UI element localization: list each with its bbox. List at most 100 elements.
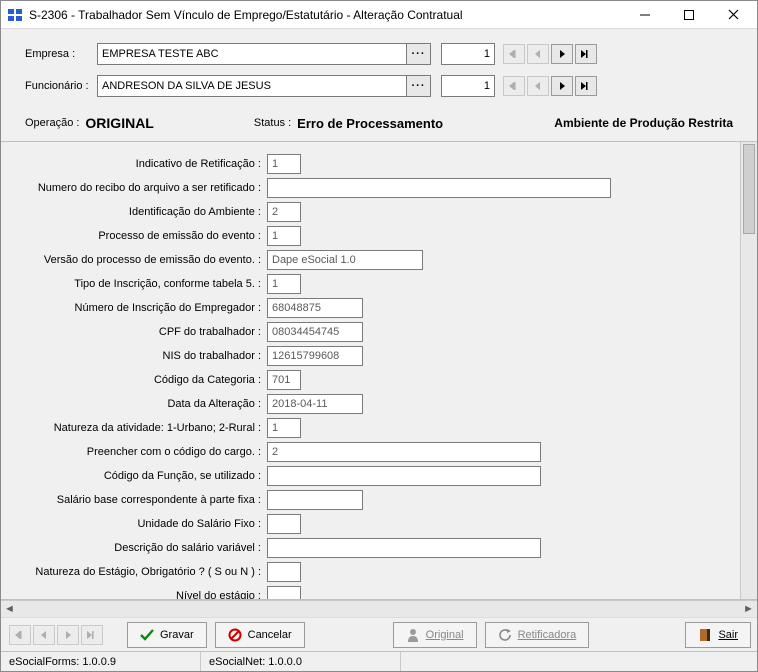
field-input[interactable]: [267, 274, 301, 294]
operacao-label: Operação :: [25, 117, 79, 129]
nav-prev-icon[interactable]: [527, 44, 549, 64]
minimize-button[interactable]: [623, 2, 667, 28]
field-input[interactable]: [267, 418, 301, 438]
field-input[interactable]: [267, 538, 541, 558]
nav-first-icon[interactable]: [9, 625, 31, 645]
field-input[interactable]: [267, 226, 301, 246]
field-input[interactable]: [267, 346, 363, 366]
status-line: Operação : ORIGINAL Status : Erro de Pro…: [1, 113, 757, 141]
funcionario-number[interactable]: [441, 75, 495, 97]
field-input[interactable]: [267, 322, 363, 342]
person-icon: [406, 628, 420, 642]
form-row: Data da Alteração :: [3, 392, 734, 416]
record-nav: [7, 625, 103, 645]
field-input[interactable]: [267, 370, 301, 390]
field-input[interactable]: [267, 178, 611, 198]
funcionario-input[interactable]: [97, 75, 407, 97]
empresa-input[interactable]: [97, 43, 407, 65]
retificadora-label: Retificadora: [518, 629, 577, 641]
operacao-value: ORIGINAL: [85, 115, 153, 131]
gravar-button[interactable]: Gravar: [127, 622, 207, 648]
nav-first-icon[interactable]: [503, 76, 525, 96]
status-net: eSocialNet: 1.0.0.0: [201, 652, 401, 671]
field-label: Identificação do Ambiente :: [3, 206, 267, 218]
form-scroll: Indicativo de Retificação :Numero do rec…: [1, 142, 740, 599]
nav-prev-icon[interactable]: [33, 625, 55, 645]
empresa-lookup-button[interactable]: ···: [407, 43, 431, 65]
funcionario-lookup-button[interactable]: ···: [407, 75, 431, 97]
form-row: Natureza do Estágio, Obrigatório ? ( S o…: [3, 560, 734, 584]
nav-prev-icon[interactable]: [527, 76, 549, 96]
nav-last-icon[interactable]: [575, 76, 597, 96]
field-label: Natureza do Estágio, Obrigatório ? ( S o…: [3, 566, 267, 578]
sair-button[interactable]: Sair: [685, 622, 751, 648]
window-buttons: [623, 2, 755, 28]
header-panel: Empresa : ··· Funcionário : ···: [1, 29, 757, 113]
field-input[interactable]: [267, 154, 301, 174]
hscroll-right-icon[interactable]: ►: [740, 601, 757, 618]
field-input[interactable]: [267, 514, 301, 534]
form-row: Salário base correspondente à parte fixa…: [3, 488, 734, 512]
form-row: Preencher com o código do cargo. :: [3, 440, 734, 464]
original-button[interactable]: Original: [393, 622, 477, 648]
field-input[interactable]: [267, 490, 363, 510]
form-row: Código da Função, se utilizado :: [3, 464, 734, 488]
funcionario-label: Funcionário :: [25, 80, 97, 92]
field-input[interactable]: [267, 442, 541, 462]
field-label: Natureza da atividade: 1-Urbano; 2-Rural…: [3, 422, 267, 434]
sair-label: Sair: [718, 629, 738, 641]
form-row: Processo de emissão do evento :: [3, 224, 734, 248]
form-row: Tipo de Inscrição, conforme tabela 5. :: [3, 272, 734, 296]
empresa-number[interactable]: [441, 43, 495, 65]
field-input[interactable]: [267, 562, 301, 582]
titlebar: S-2306 - Trabalhador Sem Vínculo de Empr…: [1, 1, 757, 29]
original-label: Original: [426, 629, 464, 641]
check-icon: [140, 628, 154, 642]
form-area: Indicativo de Retificação :Numero do rec…: [1, 141, 757, 600]
status-value: Erro de Processamento: [297, 116, 443, 131]
field-label: Descrição do salário variável :: [3, 542, 267, 554]
field-input[interactable]: [267, 586, 301, 599]
nav-first-icon[interactable]: [503, 44, 525, 64]
field-input[interactable]: [267, 298, 363, 318]
cancelar-button[interactable]: Cancelar: [215, 622, 305, 648]
field-input[interactable]: [267, 394, 363, 414]
funcionario-row: Funcionário : ···: [25, 75, 733, 97]
hscroll-left-icon[interactable]: ◄: [1, 601, 18, 618]
nav-next-icon[interactable]: [551, 44, 573, 64]
cancel-icon: [228, 628, 242, 642]
scrollbar-thumb[interactable]: [743, 144, 755, 234]
nav-last-icon[interactable]: [81, 625, 103, 645]
field-input[interactable]: [267, 202, 301, 222]
refresh-icon: [498, 628, 512, 642]
nav-last-icon[interactable]: [575, 44, 597, 64]
funcionario-nav: [501, 76, 597, 96]
vertical-scrollbar[interactable]: [740, 142, 757, 599]
status-label: Status :: [254, 117, 291, 129]
field-input[interactable]: [267, 250, 423, 270]
horizontal-scrollbar[interactable]: ◄ ►: [1, 600, 757, 617]
form-row: Versão do processo de emissão do evento.…: [3, 248, 734, 272]
field-label: Tipo de Inscrição, conforme tabela 5. :: [3, 278, 267, 290]
form-row: Número de Inscrição do Empregador :: [3, 296, 734, 320]
maximize-button[interactable]: [667, 2, 711, 28]
status-forms: eSocialForms: 1.0.0.9: [1, 652, 201, 671]
cancelar-label: Cancelar: [248, 629, 292, 641]
field-label: Preencher com o código do cargo. :: [3, 446, 267, 458]
nav-next-icon[interactable]: [551, 76, 573, 96]
retificadora-button[interactable]: Retificadora: [485, 622, 590, 648]
form-row: Indicativo de Retificação :: [3, 152, 734, 176]
door-icon: [698, 628, 712, 642]
form-row: Código da Categoria :: [3, 368, 734, 392]
field-label: Versão do processo de emissão do evento.…: [3, 254, 267, 266]
field-label: Número de Inscrição do Empregador :: [3, 302, 267, 314]
field-label: Processo de emissão do evento :: [3, 230, 267, 242]
close-button[interactable]: [711, 2, 755, 28]
nav-next-icon[interactable]: [57, 625, 79, 645]
form-row: Unidade do Salário Fixo :: [3, 512, 734, 536]
form-row: CPF do trabalhador :: [3, 320, 734, 344]
form-row: NIS do trabalhador :: [3, 344, 734, 368]
empresa-row: Empresa : ···: [25, 43, 733, 65]
field-input[interactable]: [267, 466, 541, 486]
bottom-toolbar: Gravar Cancelar Original Retificadora Sa…: [1, 617, 757, 651]
